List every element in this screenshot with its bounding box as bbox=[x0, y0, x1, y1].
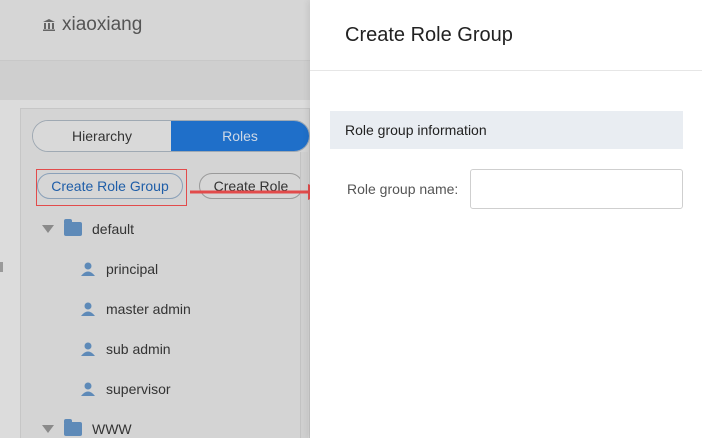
bank-icon bbox=[43, 19, 55, 31]
tree-item-principal[interactable]: principal bbox=[80, 261, 158, 277]
tree-group-default[interactable]: default bbox=[42, 219, 135, 237]
annotation-highlight-box bbox=[36, 169, 187, 206]
drawer-divider bbox=[310, 70, 702, 71]
tree-group-label: WWW bbox=[92, 421, 132, 437]
edge-mark bbox=[0, 262, 3, 272]
app-title: xiaoxiang bbox=[62, 14, 143, 35]
user-icon bbox=[81, 262, 95, 276]
user-icon bbox=[81, 302, 95, 316]
caret-down-icon[interactable] bbox=[42, 425, 54, 433]
create-role-group-drawer: Create Role Group Role group information… bbox=[310, 0, 702, 438]
tree-group-www[interactable]: WWW bbox=[42, 419, 132, 437]
app-header: xiaoxiang bbox=[0, 0, 310, 60]
tree-item-sub-admin[interactable]: sub admin bbox=[80, 341, 171, 357]
tree-item-supervisor[interactable]: supervisor bbox=[80, 381, 171, 397]
role-group-name-label: Role group name: bbox=[347, 181, 459, 197]
view-toggle: Hierarchy Roles bbox=[32, 120, 310, 152]
tab-hierarchy[interactable]: Hierarchy bbox=[33, 121, 171, 151]
folder-icon bbox=[64, 419, 82, 436]
tree-item-label: sub admin bbox=[106, 341, 171, 357]
tree-item-label: principal bbox=[106, 261, 159, 277]
caret-down-icon[interactable] bbox=[42, 225, 54, 233]
tree-group-label: default bbox=[92, 221, 135, 237]
role-group-name-input[interactable] bbox=[470, 169, 683, 209]
folder-icon bbox=[64, 219, 82, 236]
tab-roles[interactable]: Roles bbox=[171, 121, 309, 151]
tree-item-label: master admin bbox=[106, 301, 191, 317]
tree-item-label: supervisor bbox=[106, 381, 171, 397]
section-header: Role group information bbox=[330, 111, 683, 149]
user-icon bbox=[81, 342, 95, 356]
drawer-title: Create Role Group bbox=[345, 24, 513, 46]
sub-bar bbox=[0, 60, 310, 100]
tree-item-master-admin[interactable]: master admin bbox=[80, 301, 191, 317]
annotation-arrow-icon bbox=[190, 184, 326, 200]
background-app: xiaoxiang Hierarchy Roles Create Role Gr… bbox=[0, 0, 310, 438]
user-icon bbox=[81, 382, 95, 396]
